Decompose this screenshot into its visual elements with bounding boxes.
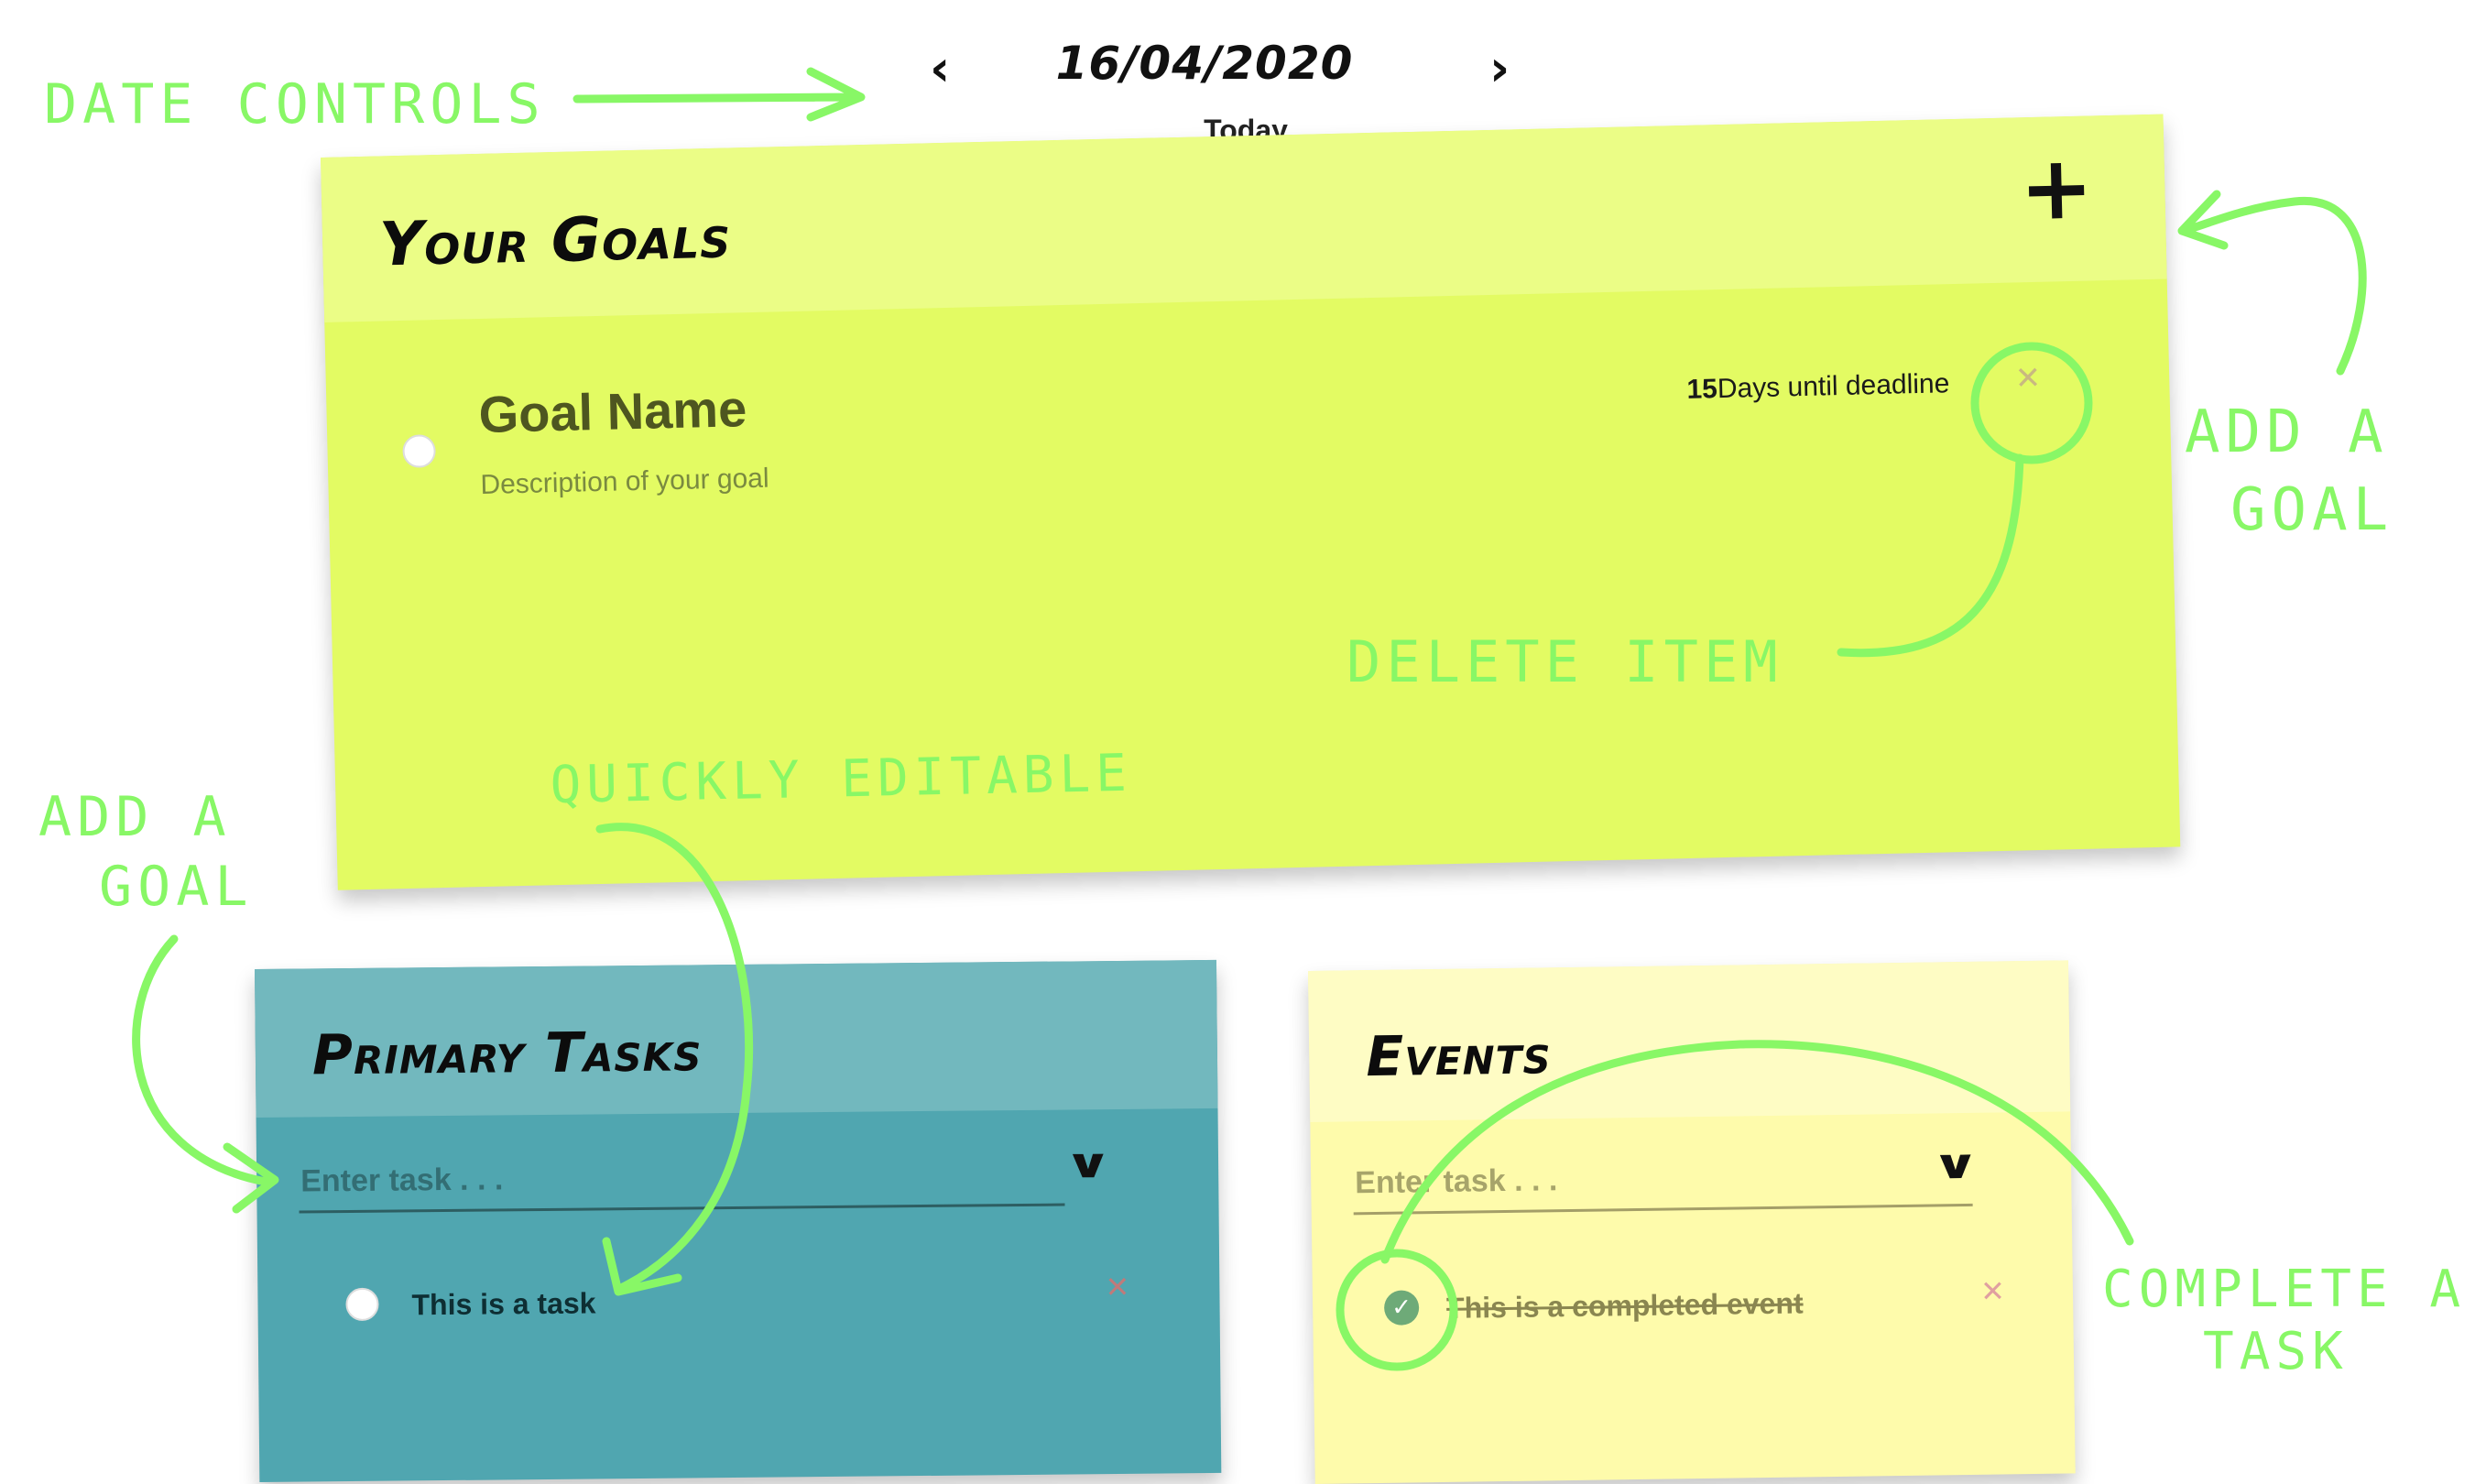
deadline-number: 15 <box>1686 374 1718 405</box>
next-day-button[interactable]: › <box>1489 44 1510 93</box>
task-input-underline <box>299 1203 1065 1214</box>
chevron-down-icon[interactable]: ∨ <box>1063 1140 1113 1188</box>
delete-task-button[interactable]: ✕ <box>1105 1269 1130 1305</box>
chevron-down-icon[interactable]: ∨ <box>1931 1141 1980 1189</box>
tasks-title: Primary Tasks <box>311 1020 703 1088</box>
close-icon: ✕ <box>1979 1273 2006 1309</box>
task-complete-radio[interactable] <box>345 1287 379 1322</box>
annotation-complete-task-1: COMPLETE A <box>2102 1260 2467 1319</box>
date-controls-arrow <box>572 67 866 122</box>
goals-title: Your Goals <box>378 201 733 280</box>
delete-event-button[interactable]: ✕ <box>1979 1273 2006 1309</box>
task-input[interactable] <box>300 1154 1016 1202</box>
primary-tasks-note: Primary Tasks ∨ This is a task ✕ <box>255 959 1222 1482</box>
deadline-text: Days until deadline <box>1717 368 1950 405</box>
add-goal-button[interactable]: + <box>2019 136 2095 240</box>
tasks-note-header: Primary Tasks <box>255 959 1218 1118</box>
plus-icon: + <box>2018 136 2095 241</box>
close-icon: ✕ <box>2014 359 2042 398</box>
previous-day-button[interactable]: ‹ <box>930 44 950 93</box>
add-goal-right-arrow <box>2177 190 2367 376</box>
annotation-add-goal-left-2: GOAL <box>99 855 254 919</box>
annotation-complete-task-2: TASK <box>2203 1322 2349 1381</box>
goal-complete-radio[interactable] <box>402 434 437 468</box>
annotation-date-controls: DATE CONTROLS <box>44 72 546 136</box>
check-icon[interactable]: ✓ <box>1383 1290 1420 1326</box>
goal-name[interactable]: Goal Name <box>478 378 747 444</box>
current-date: 16/04/2020 <box>1055 37 1354 90</box>
delete-goal-button[interactable]: ✕ <box>2014 359 2042 398</box>
event-text[interactable]: This is a completed event <box>1446 1286 1804 1325</box>
event-input[interactable] <box>1354 1154 1905 1204</box>
events-title: Events <box>1365 1022 1553 1090</box>
annotation-add-goal-right-2: GOAL <box>2230 476 2394 544</box>
events-note: Events ∨ ✓ This is a completed event ✕ <box>1308 960 2076 1484</box>
events-note-header: Events <box>1308 960 2071 1122</box>
event-input-underline <box>1353 1203 1973 1216</box>
close-icon: ✕ <box>1105 1269 1130 1305</box>
annotation-add-goal-left-1: ADD A <box>38 785 232 849</box>
task-text[interactable]: This is a task <box>411 1286 595 1322</box>
goals-note-header: Your Goals + <box>321 114 2167 322</box>
annotation-quickly-editable: QUICKLY EDITABLE <box>549 743 1133 815</box>
annotation-add-goal-right-1: ADD A <box>2185 398 2389 466</box>
goal-deadline: 15Days until deadline <box>1686 368 1950 406</box>
annotation-delete-item: DELETE ITEM <box>1347 628 1783 695</box>
goal-description[interactable]: Description of your goal <box>480 464 769 501</box>
